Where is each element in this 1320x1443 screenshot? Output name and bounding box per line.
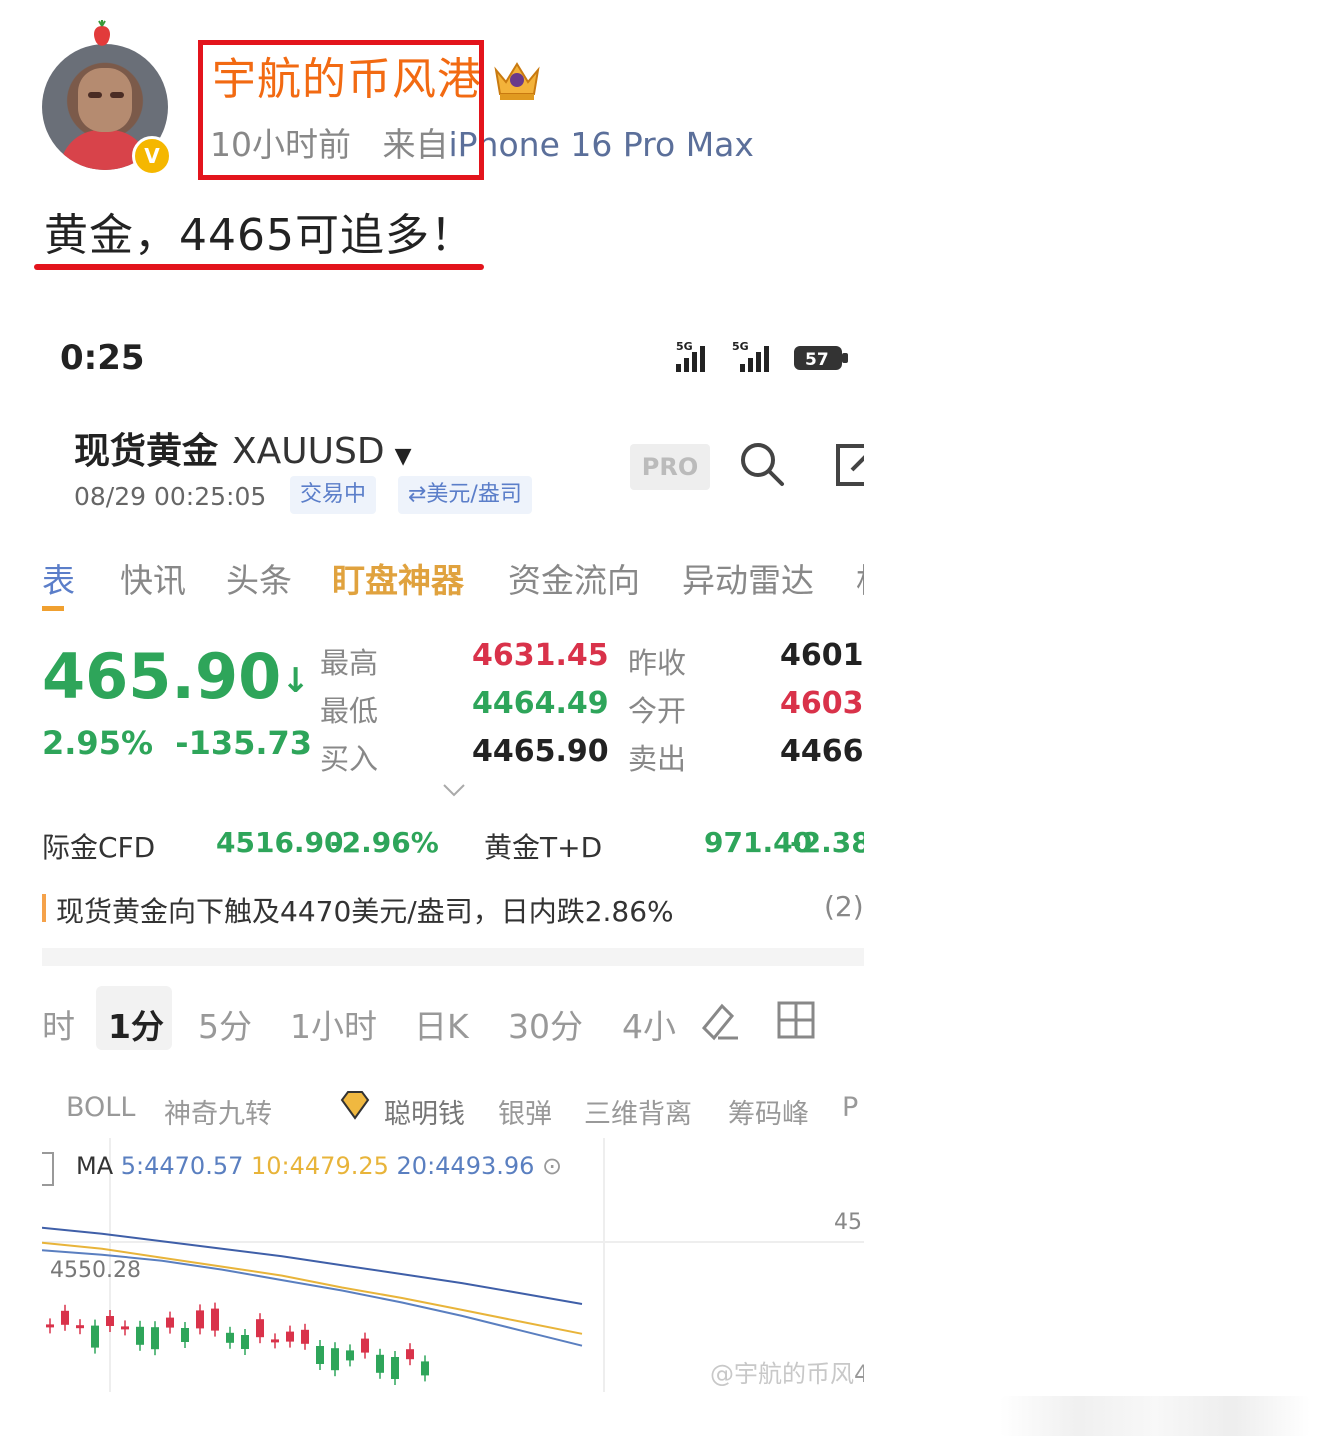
tab-indicator bbox=[42, 606, 64, 611]
tab-item[interactable]: 资金流向 bbox=[508, 554, 640, 602]
tab-item-active[interactable]: 盯盘神器 bbox=[332, 554, 464, 602]
highlight-box bbox=[198, 40, 484, 180]
network-label-1: 5G bbox=[676, 340, 693, 353]
post-text: 黄金，4465可追多！ bbox=[44, 210, 475, 261]
open-label: 今开 bbox=[628, 694, 687, 728]
indicator-tab[interactable]: 神奇九转 bbox=[164, 1092, 272, 1131]
prev-close-value: 4601.6 bbox=[780, 638, 864, 673]
high-label: 最高 bbox=[320, 646, 379, 680]
trading-status-pill: 交易中 bbox=[290, 476, 377, 514]
instrument-name: 现货黄金 bbox=[74, 431, 219, 472]
news-count: (2) bbox=[824, 890, 864, 923]
instrument-title[interactable]: 现货黄金 XAUUSD ▼ bbox=[74, 422, 412, 474]
status-time: 0:25 bbox=[60, 338, 145, 378]
device-source[interactable]: iPhone 16 Pro Max bbox=[448, 125, 753, 164]
signal-battery-icon: 5G 5G 57 bbox=[676, 340, 848, 372]
ma5-value: 5:4470.57 bbox=[120, 1152, 244, 1180]
low-label: 最低 bbox=[320, 694, 379, 728]
price-axis-label: 45 bbox=[834, 1210, 862, 1235]
down-arrow-icon: ↓ bbox=[281, 660, 310, 701]
tab-item[interactable]: 快讯 bbox=[120, 554, 186, 602]
tab-item[interactable]: 异动雷达 bbox=[682, 554, 814, 602]
low-value: 4464.49 bbox=[472, 686, 609, 721]
cfd-name-1[interactable]: 际金CFD bbox=[42, 826, 155, 866]
indicator-tab[interactable]: 聪明钱 bbox=[384, 1092, 465, 1131]
highlight-underline bbox=[34, 264, 484, 270]
tab-item[interactable]: 相 bbox=[856, 554, 864, 602]
news-marker bbox=[42, 894, 46, 922]
open-value: 4603.7 bbox=[780, 686, 864, 721]
draw-tool-icon[interactable] bbox=[698, 998, 742, 1042]
news-headline[interactable]: 现货黄金向下触及4470美元/盎司，日内跌2.86% bbox=[56, 890, 674, 930]
verified-badge-icon: V bbox=[132, 136, 172, 176]
crown-badge-icon bbox=[494, 62, 540, 100]
indicator-tab[interactable]: 银弹 bbox=[498, 1092, 552, 1131]
battery-level: 57 bbox=[805, 350, 829, 370]
cfd-pct-1: -2.96% bbox=[330, 826, 439, 859]
unit-pill[interactable]: ⇄美元/盎司 bbox=[398, 476, 532, 514]
section-divider bbox=[42, 948, 864, 966]
period-tab[interactable]: 30分 bbox=[508, 1000, 583, 1048]
expand-chevron-icon[interactable] bbox=[442, 782, 466, 798]
ask-value: 4466.0 bbox=[780, 734, 864, 769]
share-icon[interactable] bbox=[834, 442, 864, 488]
search-icon[interactable] bbox=[738, 440, 786, 488]
price-change: 2.95% -135.73 bbox=[42, 724, 312, 762]
network-label-2: 5G bbox=[732, 340, 749, 353]
settings-icon: ⊙ bbox=[542, 1152, 563, 1180]
dropdown-caret-icon[interactable]: ▼ bbox=[395, 444, 412, 469]
ma-legend: MA 5:4470.57 10:4479.25 20:4493.96 ⊙ bbox=[76, 1152, 562, 1180]
max-price-label: 4550.28 bbox=[50, 1258, 141, 1283]
cfd-price-1: 4516.90 bbox=[216, 826, 344, 859]
prev-close-label: 昨收 bbox=[628, 646, 687, 680]
period-tab[interactable]: 1小时 bbox=[290, 1000, 377, 1048]
grid-layout-icon[interactable] bbox=[776, 1000, 816, 1040]
ma20-value: 20:4493.96 bbox=[396, 1152, 535, 1180]
period-tab[interactable]: 4小 bbox=[622, 1000, 676, 1048]
period-tab-active[interactable]: 1分 bbox=[108, 1000, 164, 1048]
change-percent: 2.95% bbox=[42, 724, 154, 762]
bid-value: 4465.90 bbox=[472, 734, 609, 769]
period-tab[interactable]: 日K bbox=[414, 1000, 469, 1048]
watermark-text: @宇航的币风 bbox=[710, 1360, 854, 1388]
indicator-tab[interactable]: 三维背离 bbox=[584, 1092, 692, 1131]
last-price: 465.90↓ bbox=[42, 640, 310, 713]
pro-button[interactable]: PRO bbox=[630, 444, 710, 490]
ma-label: MA bbox=[76, 1152, 114, 1180]
bid-label: 买入 bbox=[320, 742, 379, 776]
change-absolute: -135.73 bbox=[175, 724, 313, 762]
berry-decoration-icon bbox=[94, 20, 110, 46]
panel-toggle-icon[interactable] bbox=[42, 1152, 54, 1186]
instrument-symbol: XAUUSD bbox=[232, 431, 385, 472]
indicator-tab[interactable]: P bbox=[842, 1092, 858, 1123]
high-value: 4631.45 bbox=[472, 638, 609, 673]
diamond-vip-icon bbox=[340, 1091, 370, 1120]
indicator-tab[interactable]: BOLL bbox=[66, 1092, 135, 1123]
weibo-watermark: @宇航的币风45 bbox=[710, 1354, 864, 1389]
tab-item[interactable]: 表 bbox=[42, 554, 75, 602]
tab-item[interactable]: 头条 bbox=[226, 554, 292, 602]
embedded-screenshot[interactable]: 0:25 5G 5G 57 现货黄金 XAUUSD ▼ 08/29 00:25:05… bbox=[42, 310, 864, 1392]
indicator-tab[interactable]: 筹码峰 bbox=[728, 1092, 809, 1131]
ask-label: 卖出 bbox=[628, 742, 687, 776]
watermark-tail: 45 bbox=[854, 1360, 864, 1388]
cfd-pct-2: -2.38 bbox=[790, 826, 864, 859]
blurred-caption bbox=[1000, 1396, 1310, 1436]
quote-timestamp: 08/29 00:25:05 bbox=[74, 482, 267, 511]
period-tab[interactable]: 时 bbox=[42, 1000, 75, 1048]
ma10-value: 10:4479.25 bbox=[251, 1152, 389, 1180]
period-tab[interactable]: 5分 bbox=[198, 1000, 252, 1048]
cfd-name-2[interactable]: 黄金T+D bbox=[484, 826, 602, 866]
